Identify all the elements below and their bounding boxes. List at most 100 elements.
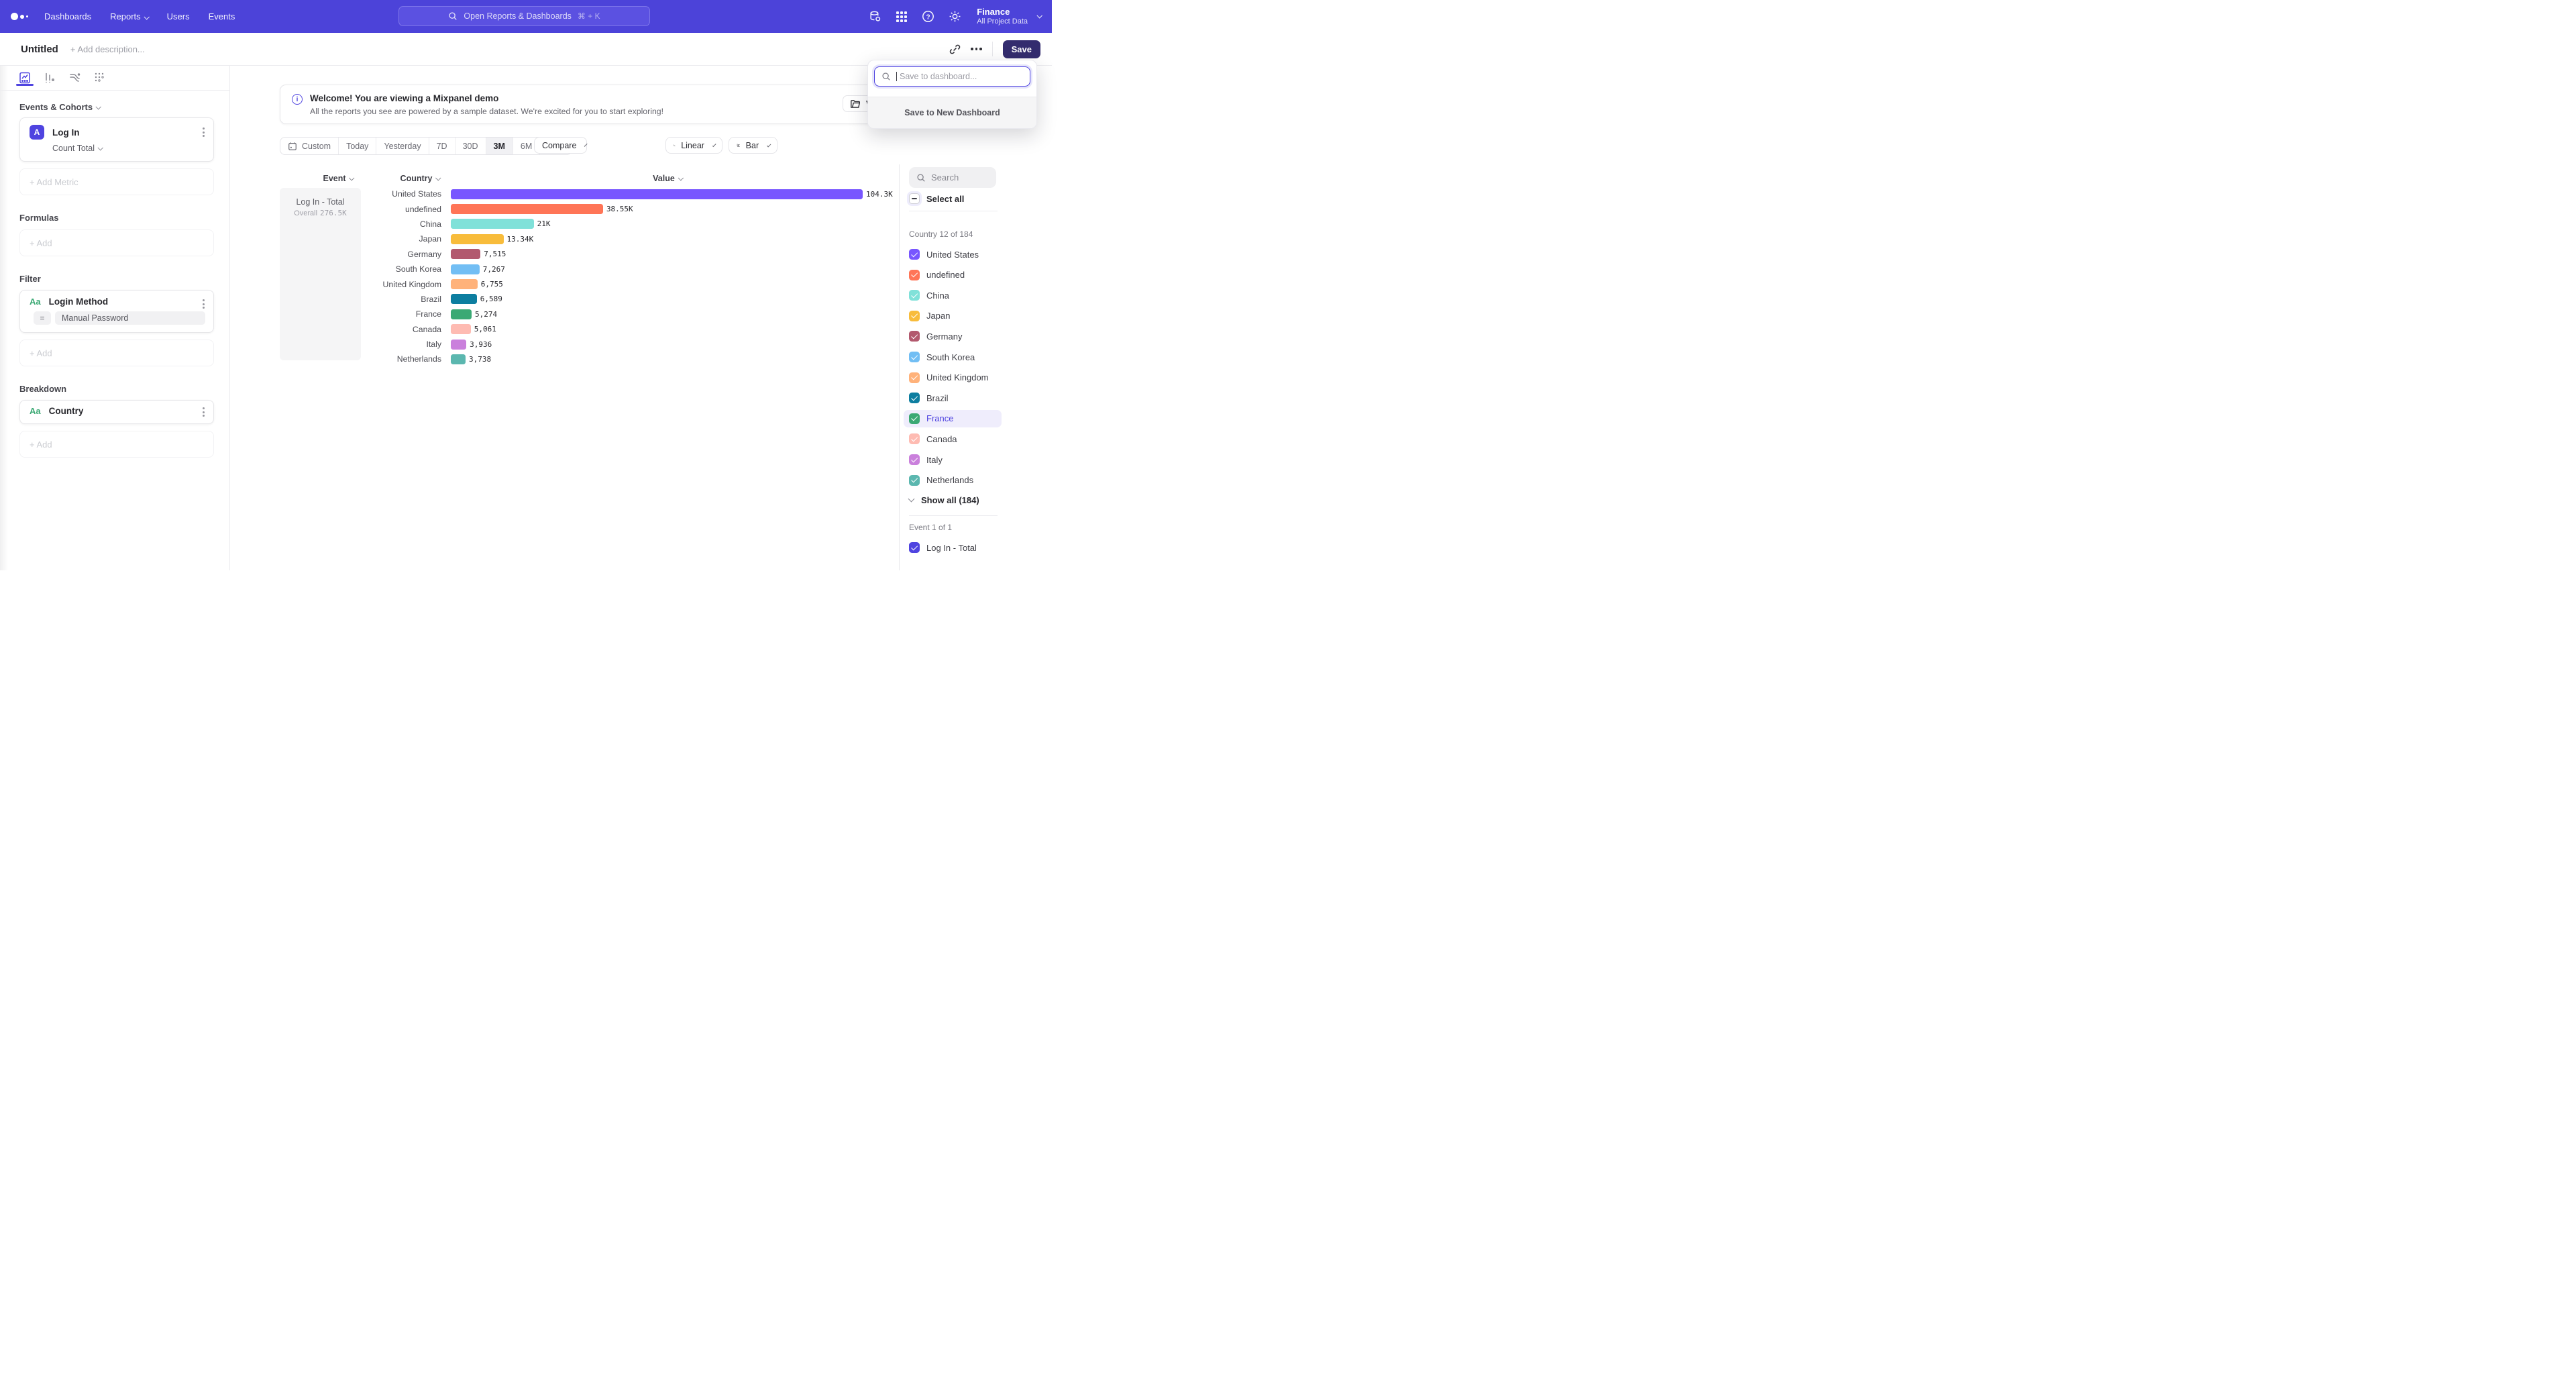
bar-segment[interactable]: [451, 249, 480, 259]
country-filter-row[interactable]: United Kingdom: [904, 369, 1002, 386]
bar-segment[interactable]: [451, 279, 478, 289]
events-cohorts-heading[interactable]: Events & Cohorts: [19, 102, 214, 112]
select-all-checkbox[interactable]: [909, 193, 920, 204]
date-range-today[interactable]: Today: [339, 138, 376, 154]
mixpanel-logo[interactable]: [11, 13, 28, 20]
report-type-tabs: [0, 66, 229, 91]
date-range-3m[interactable]: 3M: [486, 138, 513, 154]
bar-segment[interactable]: [451, 294, 477, 304]
compare-button[interactable]: Compare: [534, 137, 587, 154]
breakdown-property-name[interactable]: Country: [49, 406, 84, 416]
chart-type-button[interactable]: Bar: [729, 137, 777, 154]
tab-flows[interactable]: [68, 71, 81, 85]
country-filter-row[interactable]: Germany: [904, 327, 1002, 345]
country-checkbox[interactable]: [909, 372, 920, 383]
bar-segment[interactable]: [451, 354, 466, 364]
bar-segment[interactable]: [451, 324, 471, 334]
country-checkbox[interactable]: [909, 290, 920, 301]
bar-value-label: 5,061: [474, 325, 496, 333]
event-checkbox[interactable]: [909, 542, 920, 553]
country-filter-row[interactable]: China: [904, 287, 1002, 304]
event-filter-label: Log In - Total: [926, 543, 977, 553]
tab-insights[interactable]: [18, 71, 32, 85]
nav-item-dashboards[interactable]: Dashboards: [44, 11, 91, 21]
country-checkbox[interactable]: [909, 249, 920, 260]
metric-aggregation[interactable]: Count Total: [20, 140, 213, 161]
more-options-icon[interactable]: [971, 48, 982, 50]
country-filter-row[interactable]: United States: [904, 246, 1002, 263]
column-header-event[interactable]: Event: [323, 174, 353, 183]
country-checkbox[interactable]: [909, 331, 920, 342]
kebab-menu-icon[interactable]: [203, 299, 205, 309]
bar-segment[interactable]: [451, 219, 534, 229]
country-checkbox[interactable]: [909, 413, 920, 424]
date-range-custom[interactable]: Custom: [280, 138, 339, 154]
data-management-icon[interactable]: [869, 10, 881, 23]
country-checkbox[interactable]: [909, 433, 920, 444]
column-header-country[interactable]: Country: [400, 174, 440, 183]
filter-value[interactable]: Manual Password: [55, 311, 205, 325]
add-breakdown-button[interactable]: + Add: [19, 431, 214, 458]
add-metric-button[interactable]: + Add Metric: [19, 168, 214, 195]
country-filter-row[interactable]: France: [904, 410, 1002, 427]
date-range-7d[interactable]: 7D: [429, 138, 455, 154]
tab-retention[interactable]: [93, 71, 106, 85]
bar-segment[interactable]: [451, 234, 504, 244]
add-filter-button[interactable]: + Add: [19, 340, 214, 366]
save-button[interactable]: Save: [1003, 40, 1040, 58]
breakdown-card[interactable]: Aa Country: [19, 400, 214, 424]
nav-item-reports[interactable]: Reports: [110, 11, 148, 21]
event-filter-row[interactable]: Log In - Total: [904, 539, 1002, 556]
country-filter-row[interactable]: Italy: [904, 451, 1002, 468]
help-icon[interactable]: ?: [922, 10, 934, 23]
metric-event-name[interactable]: Log In: [52, 127, 80, 138]
add-description-button[interactable]: + Add description...: [70, 44, 145, 54]
nav-item-users[interactable]: Users: [167, 11, 190, 21]
kebab-menu-icon[interactable]: [203, 127, 205, 137]
country-filter-label: Germany: [926, 331, 962, 342]
event-series-card[interactable]: Log In - Total Overall276.5K: [280, 188, 361, 360]
bar-segment[interactable]: [451, 340, 466, 350]
legend-search-input[interactable]: Search: [909, 167, 996, 188]
apps-grid-icon[interactable]: [896, 11, 908, 23]
filter-operator[interactable]: =: [34, 311, 51, 325]
tab-funnels[interactable]: [43, 71, 56, 85]
country-checkbox[interactable]: [909, 393, 920, 403]
report-title[interactable]: Untitled: [21, 44, 58, 55]
bar-segment[interactable]: [451, 264, 480, 274]
filter-property-name[interactable]: Login Method: [49, 297, 108, 307]
show-all-button[interactable]: Show all (184): [909, 491, 979, 509]
select-all-row[interactable]: Select all: [909, 190, 964, 207]
save-to-new-dashboard-button[interactable]: Save to New Dashboard: [868, 97, 1036, 128]
global-search-button[interactable]: Open Reports & Dashboards ⌘ + K: [398, 6, 650, 26]
filter-card[interactable]: Aa Login Method = Manual Password: [19, 290, 214, 333]
add-formula-button[interactable]: + Add: [19, 229, 214, 256]
country-checkbox[interactable]: [909, 352, 920, 362]
bar-segment[interactable]: [451, 189, 863, 199]
date-range-yesterday[interactable]: Yesterday: [376, 138, 429, 154]
country-filter-row[interactable]: Brazil: [904, 389, 1002, 407]
settings-gear-icon[interactable]: [949, 10, 961, 23]
country-filter-row[interactable]: undefined: [904, 266, 1002, 284]
kebab-menu-icon[interactable]: [203, 407, 205, 417]
project-switcher[interactable]: Finance All Project Data: [975, 7, 1041, 26]
bar-segment[interactable]: [451, 204, 603, 214]
country-filter-row[interactable]: South Korea: [904, 348, 1002, 366]
metric-card[interactable]: A Log In Count Total: [19, 117, 214, 162]
bar-category-label: Japan: [361, 234, 441, 244]
chart-row: South Korea7,267: [361, 262, 893, 276]
column-header-value[interactable]: Value: [653, 174, 682, 183]
scale-selector-button[interactable]: Linear: [665, 137, 722, 154]
country-checkbox[interactable]: [909, 311, 920, 321]
country-filter-row[interactable]: Canada: [904, 430, 1002, 448]
country-filter-row[interactable]: Japan: [904, 307, 1002, 325]
country-checkbox[interactable]: [909, 270, 920, 280]
date-range-30d[interactable]: 30D: [455, 138, 486, 154]
country-checkbox[interactable]: [909, 475, 920, 486]
country-filter-row[interactable]: Netherlands: [904, 472, 1002, 489]
nav-item-events[interactable]: Events: [209, 11, 235, 21]
country-checkbox[interactable]: [909, 454, 920, 465]
save-dashboard-search-input[interactable]: Save to dashboard...: [874, 66, 1030, 87]
copy-link-icon[interactable]: [949, 44, 961, 55]
bar-segment[interactable]: [451, 309, 472, 319]
